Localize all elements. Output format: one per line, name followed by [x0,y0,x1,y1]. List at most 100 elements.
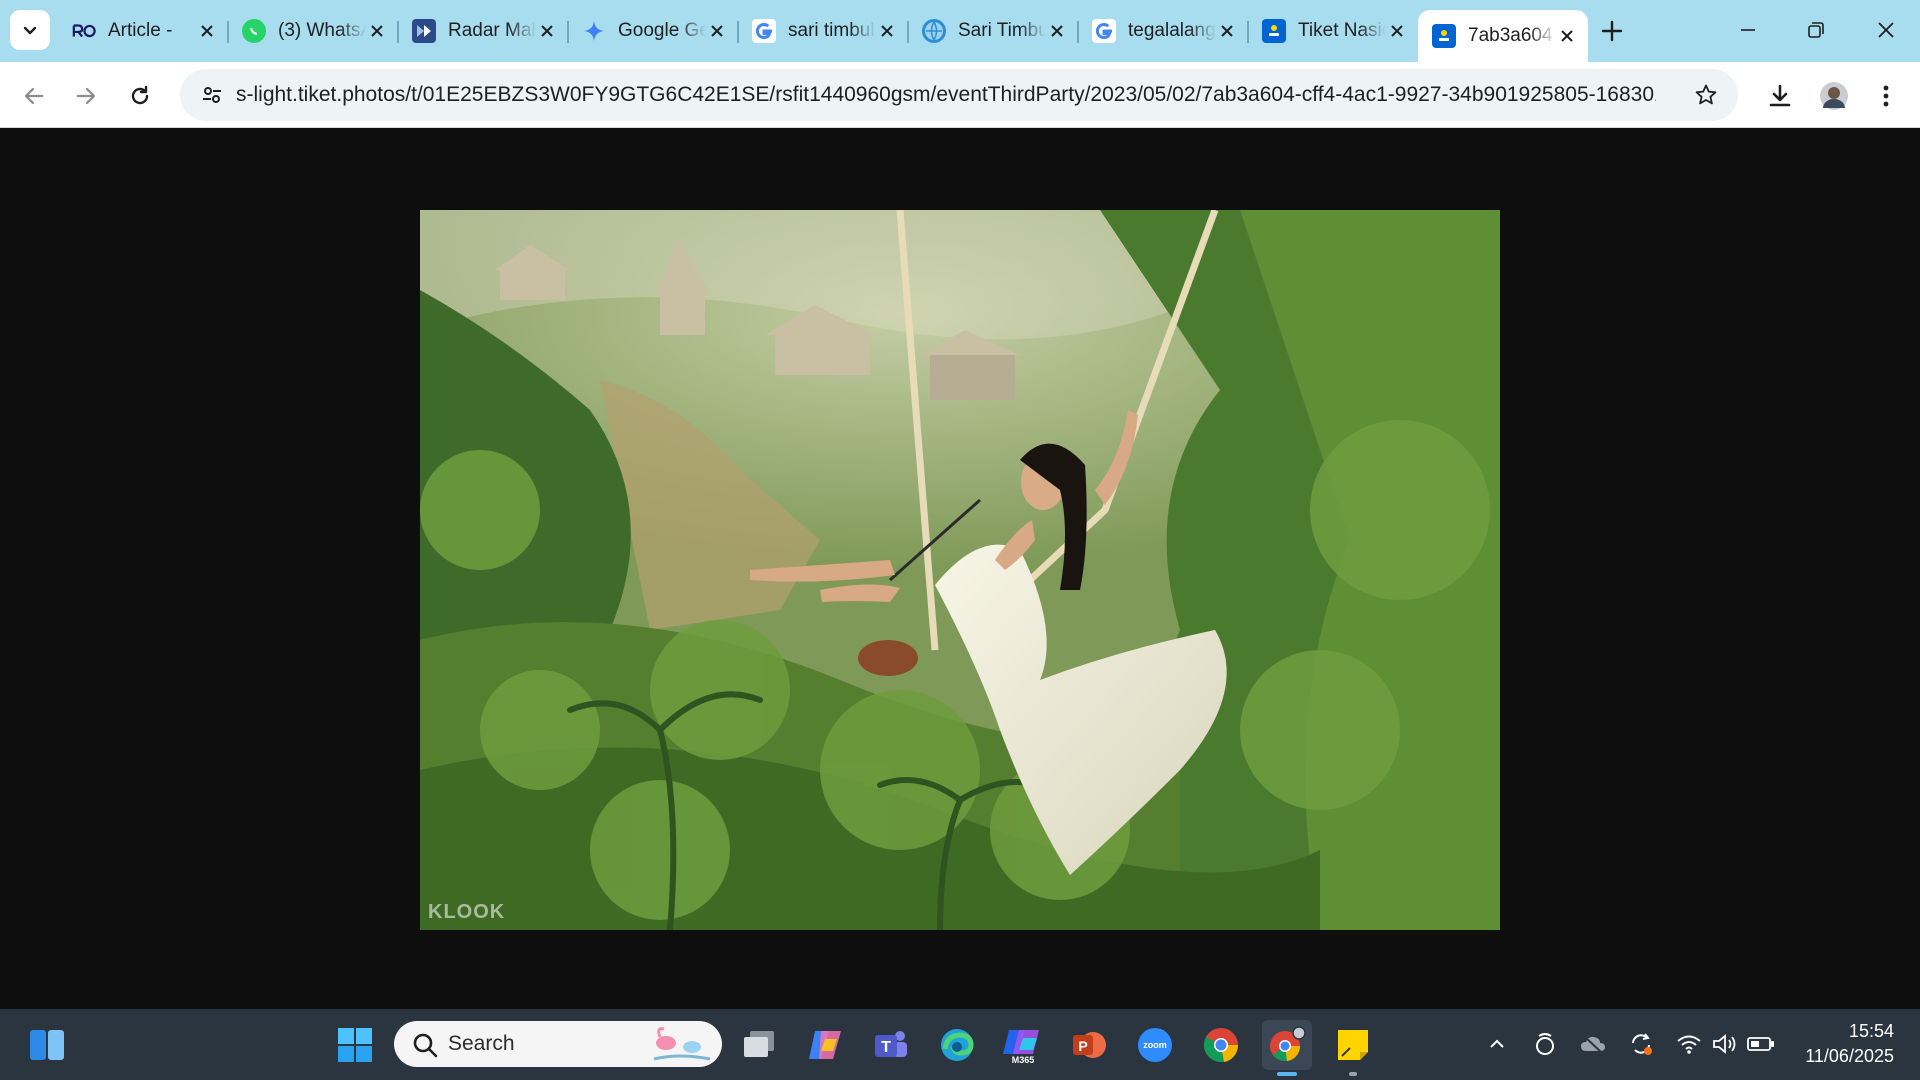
tray-app-icon [1536,1033,1554,1055]
tab-title: 7ab3a604 [1468,25,1553,46]
powerpoint-button[interactable]: P [1064,1020,1114,1070]
address-bar[interactable]: s-light.tiket.photos/t/01E25EBZS3W0FY9GT… [180,69,1738,121]
browser-toolbar: s-light.tiket.photos/t/01E25EBZS3W0FY9GT… [0,62,1920,128]
star-icon [1695,84,1717,105]
task-view-button[interactable] [734,1020,784,1070]
swing-photo[interactable]: KLOOK [420,210,1500,930]
close-icon [1221,25,1233,37]
edge-button[interactable] [932,1020,982,1070]
sticky-notes-button[interactable] [1328,1020,1378,1076]
close-icon [1051,25,1063,37]
search-icon [413,1033,438,1058]
plus-icon [1601,20,1623,42]
tab-close-button[interactable] [706,20,728,42]
chevron-down-icon [23,26,37,35]
volume-button[interactable] [1710,1029,1740,1059]
sticky-notes-icon [1338,1030,1368,1060]
tab-title: Radar Malang [448,20,536,41]
tab-close-button[interactable] [366,20,388,42]
profile-button[interactable] [1814,76,1854,116]
back-button[interactable] [14,76,54,116]
close-window-button[interactable] [1864,12,1908,48]
restore-button[interactable] [1794,12,1838,48]
minimize-icon [1741,29,1755,31]
reload-icon [131,85,149,105]
new-tab-button[interactable] [1596,16,1628,48]
active-app-indicator [1277,1072,1297,1076]
m365-button[interactable]: M365 [998,1020,1048,1070]
tab-close-button[interactable] [1046,20,1068,42]
reload-button[interactable] [120,76,160,116]
zoom-button[interactable]: zoom [1130,1020,1180,1070]
tab-search-button[interactable] [10,10,50,50]
tab-close-button[interactable] [196,20,218,42]
browser-tab[interactable]: Tiket Nasional [1248,10,1418,52]
chrome-button[interactable] [1196,1020,1246,1070]
copilot-icon [809,1031,841,1059]
tab-close-button[interactable] [536,20,558,42]
photo-illustration [420,210,1500,930]
tune-icon [203,87,221,103]
sync-button[interactable] [1626,1029,1656,1059]
tray-app-button[interactable] [1530,1029,1560,1059]
bookmark-button[interactable] [1690,79,1722,111]
google-icon [752,19,776,43]
zoom-icon: zoom [1138,1028,1172,1062]
widgets-button[interactable] [22,1020,72,1070]
site-info-button[interactable] [194,77,230,113]
close-icon [1391,25,1403,37]
svg-text:zoom: zoom [1143,1040,1167,1050]
tab-title: Sari Timbul [958,20,1046,41]
photo-watermark: KLOOK [428,901,506,923]
clock[interactable]: 15:54 11/06/2025 [1805,1019,1894,1069]
browser-tab[interactable]: Google Gemini [568,10,739,52]
onedrive-button[interactable] [1578,1029,1608,1059]
tiket-icon [1262,19,1286,43]
avatar [1820,82,1848,110]
forward-button[interactable] [66,76,106,116]
taskbar: Search T M365 P zoom 15:54 11/06/2025 [0,1009,1920,1080]
wifi-button[interactable] [1674,1029,1704,1059]
close-icon [541,25,553,37]
powerpoint-icon: P [1073,1032,1106,1058]
minimize-button[interactable] [1726,12,1770,48]
battery-button[interactable] [1746,1029,1776,1059]
battery-icon [1747,1037,1774,1051]
browser-tab[interactable]: tegalalang [1078,10,1249,52]
menu-button[interactable] [1866,76,1906,116]
browser-tab[interactable]: Sari Timbul [908,10,1079,52]
url-text[interactable]: s-light.tiket.photos/t/01E25EBZS3W0FY9GT… [236,83,1656,107]
tab-title: (3) WhatsApp [278,20,366,41]
page-viewport: KLOOK [0,129,1920,1009]
cloud-offline-icon [1581,1035,1605,1054]
tab-strip: Article - (3) WhatsApp Radar Malang Google … [0,0,1920,62]
tab-close-button[interactable] [1386,20,1408,42]
chrome-profile-button[interactable] [1262,1020,1312,1076]
close-icon [881,25,893,37]
browser-tab[interactable]: Article - [58,10,229,52]
show-hidden-icons-button[interactable] [1482,1029,1512,1059]
browser-tab[interactable]: sari timbul [738,10,909,52]
teams-button[interactable]: T [866,1020,916,1070]
start-button[interactable] [330,1020,380,1070]
browser-tab[interactable]: (3) WhatsApp [228,10,399,52]
browser-tab[interactable]: 7ab3a604 [1418,10,1588,62]
search-label: Search [448,1032,515,1055]
arrow-left-icon [24,87,44,105]
tab-close-button[interactable] [1556,25,1578,47]
browser-tab[interactable]: Radar Malang [398,10,569,52]
downloads-button[interactable] [1760,76,1800,116]
svg-text:T: T [881,1039,891,1056]
clock-date: 11/06/2025 [1805,1046,1894,1066]
tab-close-button[interactable] [1216,20,1238,42]
chrome-profile-icon [1270,1026,1306,1061]
tab-close-button[interactable] [876,20,898,42]
download-icon [1769,84,1791,107]
tab-title: tegalalang [1128,20,1216,41]
tab-title: Google Gemini [618,20,706,41]
tiket-icon [1432,24,1456,48]
sync-icon [1632,1033,1652,1055]
taskbar-search[interactable]: Search [394,1021,722,1067]
gemini-sparkle-icon [582,19,606,43]
copilot-button[interactable] [800,1020,850,1070]
